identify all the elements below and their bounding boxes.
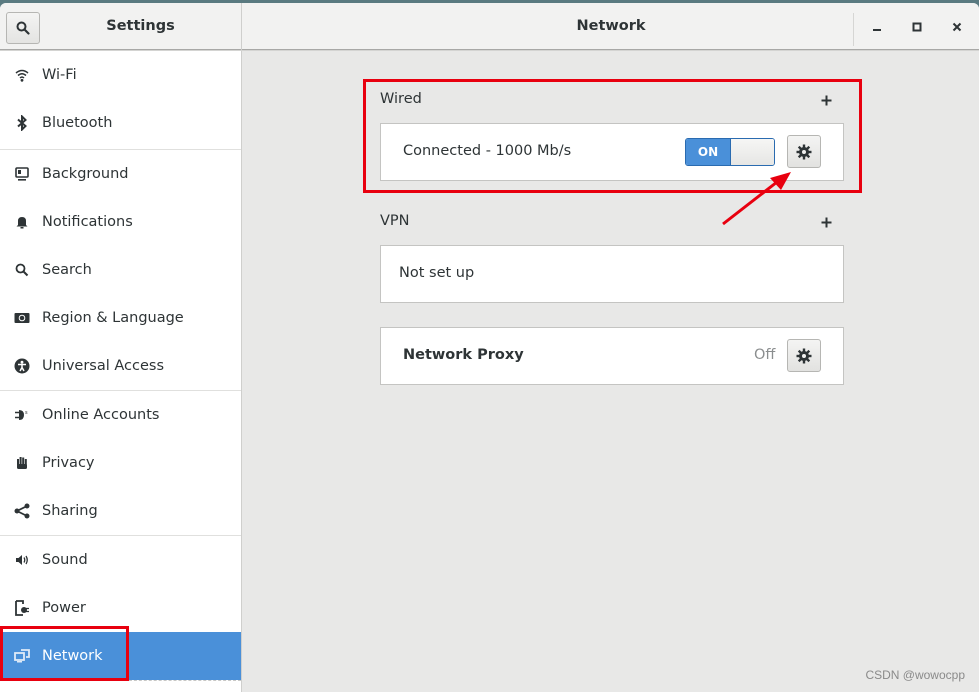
annotation-arrow (722, 172, 791, 226)
sidebar-item-online-accounts[interactable]: s Online Accounts (0, 391, 241, 439)
maximize-icon (912, 22, 922, 32)
wired-toggle-switch[interactable]: ON (685, 138, 775, 166)
vpn-row: Not set up (380, 245, 844, 303)
wifi-icon (0, 51, 42, 99)
wired-settings-button[interactable] (787, 135, 821, 168)
toggle-on-label: ON (686, 139, 730, 165)
network-proxy-row[interactable]: Network Proxy Off (380, 327, 844, 385)
sidebar-item-power[interactable]: Power (0, 584, 241, 632)
sidebar-item-label: Privacy (42, 455, 95, 471)
sidebar-item-search[interactable]: Search (0, 246, 241, 294)
sidebar-item-wifi[interactable]: Wi-Fi (0, 51, 241, 99)
sidebar-item-privacy[interactable]: Privacy (0, 439, 241, 487)
sidebar-item-label: Background (42, 166, 129, 182)
sidebar-item-label: Search (42, 262, 92, 278)
add-wired-button[interactable] (816, 90, 836, 110)
svg-text:s: s (25, 410, 28, 416)
gear-icon (796, 144, 812, 159)
hand-icon (0, 439, 42, 487)
network-icon (0, 632, 42, 680)
vpn-section-label: VPN (380, 213, 410, 229)
maximize-button[interactable] (905, 15, 929, 39)
close-button[interactable] (945, 15, 969, 39)
sidebar-item-label: Notifications (42, 214, 133, 230)
sidebar-item-sharing[interactable]: Sharing (0, 487, 241, 535)
sidebar-item-bluetooth[interactable]: Bluetooth (0, 99, 241, 147)
sidebar-item-label: Region & Language (42, 310, 184, 326)
sidebar-item-background[interactable]: Background (0, 150, 241, 198)
sidebar-item-label: Wi-Fi (42, 67, 77, 83)
bell-icon (0, 198, 42, 246)
sidebar-item-label: Sound (42, 552, 88, 568)
settings-window: Settings Network Wi-Fi Bluetooth Backgro… (0, 3, 979, 692)
background-icon (0, 150, 42, 198)
minimize-icon (873, 29, 881, 31)
plus-icon (821, 217, 831, 227)
sidebar-item-region-language[interactable]: Region & Language (0, 294, 241, 342)
gear-icon (796, 348, 812, 363)
wired-section-label: Wired (380, 91, 422, 107)
sidebar-item-label: Online Accounts (42, 407, 160, 423)
add-vpn-button[interactable] (816, 212, 836, 232)
network-proxy-status: Off (754, 347, 776, 363)
sidebar-item-label: Bluetooth (42, 115, 113, 131)
sidebar-header: Settings (0, 3, 242, 50)
minimize-button[interactable] (865, 15, 889, 39)
sidebar-bottom-edge (0, 680, 241, 681)
watermark: CSDN @wowocpp (865, 668, 965, 682)
sidebar-title: Settings (106, 18, 175, 34)
network-proxy-label: Network Proxy (403, 347, 524, 363)
header-bar: Settings Network (0, 3, 979, 50)
online-accounts-icon: s (0, 391, 42, 439)
close-icon (952, 22, 962, 32)
network-proxy-settings-button[interactable] (787, 339, 821, 372)
sidebar: Wi-Fi Bluetooth Background Notifications (0, 51, 242, 692)
search-icon (0, 246, 42, 294)
plus-icon (821, 95, 831, 105)
bluetooth-icon (0, 99, 42, 147)
toggle-knob (730, 139, 774, 165)
sidebar-item-notifications[interactable]: Notifications (0, 198, 241, 246)
search-icon (16, 21, 30, 35)
sidebar-item-universal-access[interactable]: Universal Access (0, 342, 241, 390)
vpn-status: Not set up (399, 265, 475, 281)
accessibility-icon (0, 342, 42, 390)
sidebar-item-sound[interactable]: Sound (0, 536, 241, 584)
sidebar-item-label: Network (42, 648, 103, 664)
sidebar-item-label: Sharing (42, 503, 98, 519)
region-icon (0, 294, 42, 342)
sidebar-item-network[interactable]: Network (0, 632, 241, 680)
wired-status: Connected - 1000 Mb/s (403, 143, 572, 159)
header-separator (853, 13, 854, 46)
search-button[interactable] (6, 12, 40, 44)
power-icon (0, 584, 42, 632)
sidebar-item-label: Universal Access (42, 358, 165, 374)
sidebar-item-label: Power (42, 600, 86, 616)
share-icon (0, 487, 42, 535)
speaker-icon (0, 536, 42, 584)
